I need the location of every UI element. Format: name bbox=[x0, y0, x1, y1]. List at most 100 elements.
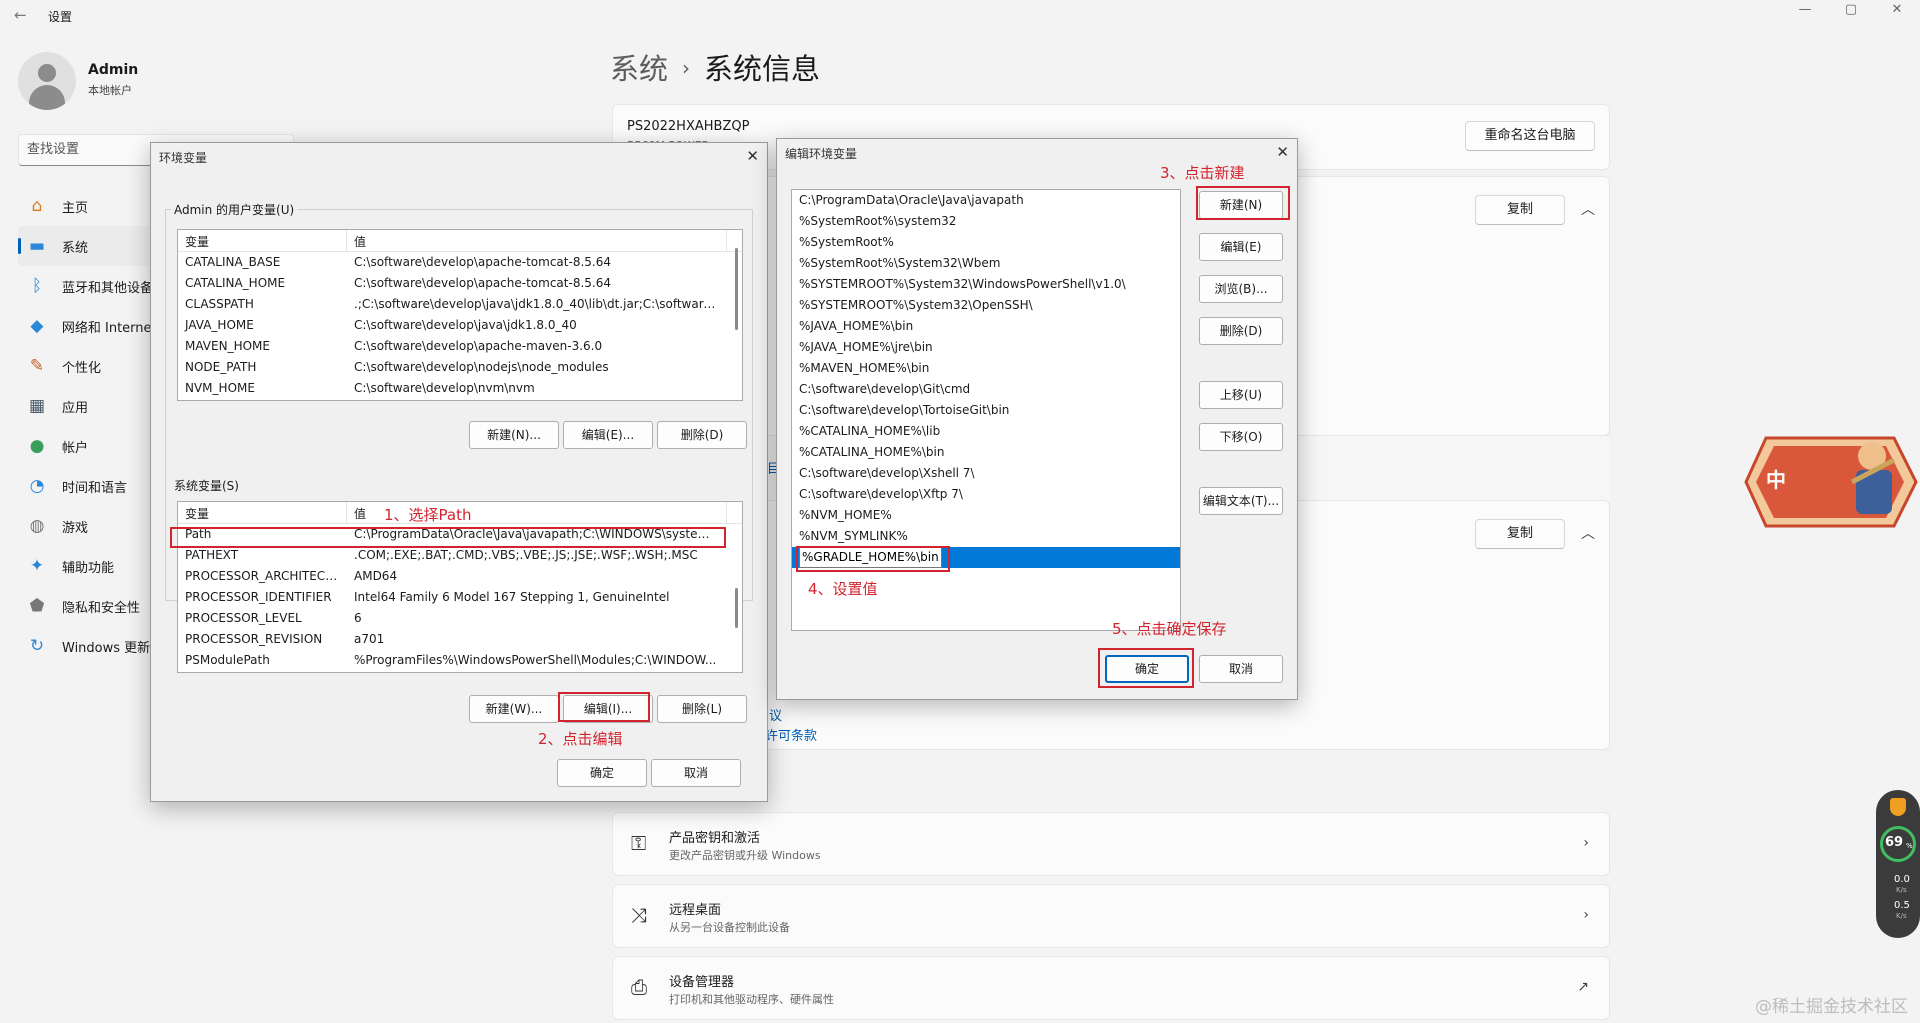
license-terms-link[interactable]: 许可条款 bbox=[765, 725, 817, 744]
list-item[interactable]: %SystemRoot% bbox=[792, 232, 1180, 253]
user-vars-group-label: Admin 的用户变量(U) bbox=[171, 201, 298, 218]
sidebar-item-network[interactable]: ◆ 网络和 Internet bbox=[18, 306, 156, 346]
device-name: PS2022HXAHBZQP bbox=[627, 119, 750, 134]
list-item[interactable]: %NVM_HOME% bbox=[792, 505, 1180, 526]
card-subtitle: 打印机和其他驱动程序、硬件属性 bbox=[669, 993, 834, 1006]
var-value: C:\software\develop\java\jdk1.8.0_40 bbox=[354, 318, 577, 332]
path-move-up-button[interactable]: 上移(U) bbox=[1199, 381, 1283, 409]
path-edit-button[interactable]: 编辑(E) bbox=[1199, 233, 1283, 261]
list-item[interactable]: NVM_HOME C:\software\develop\nvm\nvm bbox=[178, 378, 742, 399]
path-delete-button[interactable]: 删除(D) bbox=[1199, 317, 1283, 345]
edit-cancel-button[interactable]: 取消 bbox=[1199, 655, 1283, 683]
sidebar-nav: ⌂ 主页 ▬ 系统 ᛒ 蓝牙和其他设备 ◆ 网络和 Internet ✎ 个性化 ▦ 应用 … bbox=[18, 186, 156, 666]
sidebar-item-time-language[interactable]: ◔ 时间和语言 bbox=[18, 466, 156, 506]
sidebar-item-label: 个性化 bbox=[62, 360, 102, 376]
column-header-value[interactable]: 值 bbox=[347, 230, 727, 251]
list-item[interactable]: CATALINA_HOME C:\software\develop\apache-… bbox=[178, 273, 742, 294]
list-item[interactable]: PROCESSOR_IDENTIFIER Intel64 Family 6 Mod… bbox=[178, 587, 742, 608]
list-item[interactable]: %JAVA_HOME%\jre\bin bbox=[792, 337, 1180, 358]
list-item[interactable]: PROCESSOR_ARCHITECT... AMD64 bbox=[178, 566, 742, 587]
service-agreement-link[interactable]: 议 bbox=[769, 705, 782, 724]
system-delete-button[interactable]: 删除(L) bbox=[657, 695, 747, 723]
list-item[interactable]: PROCESSOR_REVISION a701 bbox=[178, 629, 742, 650]
list-item[interactable]: C:\software\develop\Xshell 7\ bbox=[792, 463, 1180, 484]
product-key-card[interactable]: ⚿ 产品密钥和激活 更改产品密钥或升级 Windows › bbox=[612, 812, 1610, 876]
mascot-badge-text: 中 bbox=[1766, 468, 1786, 492]
close-icon[interactable]: ✕ bbox=[1276, 143, 1289, 161]
annotation-step-4: 4、设置值 bbox=[808, 580, 878, 598]
list-item[interactable]: %SystemRoot%\system32 bbox=[792, 211, 1180, 232]
user-vars-list[interactable]: 变量 值 CATALINA_BASE C:\software\develop\ap… bbox=[177, 229, 743, 401]
copy-windows-specs-button[interactable]: 复制 bbox=[1475, 519, 1565, 549]
copy-specs-button[interactable]: 复制 bbox=[1475, 195, 1565, 225]
sidebar-item-personalization[interactable]: ✎ 个性化 bbox=[18, 346, 156, 386]
list-item[interactable]: %NVM_SYMLINK% bbox=[792, 526, 1180, 547]
sidebar-item-gaming[interactable]: ◍ 游戏 bbox=[18, 506, 156, 546]
list-item[interactable]: %SYSTEMROOT%\System32\WindowsPowerShell\… bbox=[792, 274, 1180, 295]
list-item[interactable]: CLASSPATH .;C:\software\develop\java\jdk1… bbox=[178, 294, 742, 315]
user-edit-button[interactable]: 编辑(E)... bbox=[563, 421, 653, 449]
system-monitor-widget[interactable]: 69 % 0.0 K/s 0.5 K/s bbox=[1876, 790, 1920, 938]
sidebar-item-accounts[interactable]: ● 帐户 bbox=[18, 426, 156, 466]
highlight-ok-button bbox=[1098, 648, 1194, 688]
sidebar-item-system[interactable]: ▬ 系统 bbox=[18, 226, 156, 266]
list-item[interactable]: PSModulePath %ProgramFiles%\WindowsPowerS… bbox=[178, 650, 742, 671]
mascot-widget[interactable]: 中 bbox=[1744, 430, 1920, 534]
list-item[interactable]: %CATALINA_HOME%\lib bbox=[792, 421, 1180, 442]
path-edit-text-button[interactable]: 编辑文本(T)... bbox=[1199, 487, 1283, 515]
sidebar-item-home[interactable]: ⌂ 主页 bbox=[18, 186, 156, 226]
close-icon[interactable]: ✕ bbox=[1874, 2, 1920, 17]
list-item[interactable]: NODE_PATH C:\software\develop\nodejs\node… bbox=[178, 357, 742, 378]
sidebar-item-apps[interactable]: ▦ 应用 bbox=[18, 386, 156, 426]
scrollbar-thumb[interactable] bbox=[735, 588, 738, 628]
system-new-button[interactable]: 新建(W)... bbox=[469, 695, 559, 723]
column-header-variable[interactable]: 变量 bbox=[178, 230, 347, 251]
list-item[interactable]: MAVEN_HOME C:\software\develop\apache-mav… bbox=[178, 336, 742, 357]
chevron-up-icon[interactable]: ︿ bbox=[1581, 199, 1595, 219]
avatar bbox=[18, 52, 76, 110]
list-item[interactable]: C:\software\develop\TortoiseGit\bin bbox=[792, 400, 1180, 421]
maximize-icon[interactable]: ▢ bbox=[1828, 2, 1874, 17]
user-delete-button[interactable]: 删除(D) bbox=[657, 421, 747, 449]
annotation-step-2: 2、点击编辑 bbox=[538, 730, 623, 748]
list-item[interactable]: CATALINA_BASE C:\software\develop\apache-… bbox=[178, 252, 742, 273]
user-new-button[interactable]: 新建(N)... bbox=[469, 421, 559, 449]
sidebar-item-bluetooth[interactable]: ᛒ 蓝牙和其他设备 bbox=[18, 266, 156, 306]
breadcrumb-parent[interactable]: 系统 bbox=[610, 52, 668, 86]
scrollbar-thumb[interactable] bbox=[735, 248, 738, 330]
home-icon: ⌂ bbox=[31, 196, 43, 216]
list-item[interactable]: PROCESSOR_LEVEL 6 bbox=[178, 608, 742, 629]
list-item[interactable]: JAVA_HOME C:\software\develop\java\jdk1.8… bbox=[178, 315, 742, 336]
list-item[interactable]: C:\software\develop\Xftp 7\ bbox=[792, 484, 1180, 505]
list-item[interactable]: PATHEXT .COM;.EXE;.BAT;.CMD;.VBS;.VBE;.JS… bbox=[178, 545, 742, 566]
minimize-icon[interactable]: — bbox=[1782, 2, 1828, 17]
var-name: CLASSPATH bbox=[185, 297, 254, 311]
env-ok-button[interactable]: 确定 bbox=[557, 759, 647, 787]
sidebar-item-windows-update[interactable]: ↻ Windows 更新 bbox=[18, 626, 156, 666]
sidebar-item-privacy[interactable]: ⬟ 隐私和安全性 bbox=[18, 586, 156, 626]
remote-desktop-card[interactable]: ⤨ 远程桌面 从另一台设备控制此设备 › bbox=[612, 884, 1610, 948]
sidebar-item-accessibility[interactable]: ✦ 辅助功能 bbox=[18, 546, 156, 586]
list-item[interactable]: %SYSTEMROOT%\System32\OpenSSH\ bbox=[792, 295, 1180, 316]
list-item[interactable]: %CATALINA_HOME%\bin bbox=[792, 442, 1180, 463]
user-account-type: 本地帐户 bbox=[88, 84, 132, 97]
list-item[interactable]: %SystemRoot%\System32\Wbem bbox=[792, 253, 1180, 274]
usage-percent-unit: % bbox=[1906, 842, 1913, 850]
list-item[interactable]: %MAVEN_HOME%\bin bbox=[792, 358, 1180, 379]
chevron-up-icon[interactable]: ︿ bbox=[1581, 523, 1595, 543]
rename-pc-button[interactable]: 重命名这台电脑 bbox=[1465, 121, 1595, 151]
column-header-variable[interactable]: 变量 bbox=[178, 502, 347, 523]
var-name: CATALINA_BASE bbox=[185, 255, 281, 269]
list-item[interactable]: C:\ProgramData\Oracle\Java\javapath bbox=[792, 190, 1180, 211]
list-item[interactable]: C:\software\develop\Git\cmd bbox=[792, 379, 1180, 400]
close-icon[interactable]: ✕ bbox=[746, 147, 759, 165]
chevron-right-icon: › bbox=[682, 56, 691, 80]
sidebar-item-label: 蓝牙和其他设备 bbox=[62, 280, 154, 296]
edit-env-variable-dialog: 编辑环境变量 ✕ C:\ProgramData\Oracle\Java\java… bbox=[776, 138, 1298, 700]
device-manager-card[interactable]: ⎙ 设备管理器 打印机和其他驱动程序、硬件属性 ↗ bbox=[612, 956, 1610, 1020]
back-arrow-icon[interactable]: ← bbox=[14, 6, 27, 24]
path-move-down-button[interactable]: 下移(O) bbox=[1199, 423, 1283, 451]
env-cancel-button[interactable]: 取消 bbox=[651, 759, 741, 787]
path-browse-button[interactable]: 浏览(B)... bbox=[1199, 275, 1283, 303]
list-item[interactable]: %JAVA_HOME%\bin bbox=[792, 316, 1180, 337]
